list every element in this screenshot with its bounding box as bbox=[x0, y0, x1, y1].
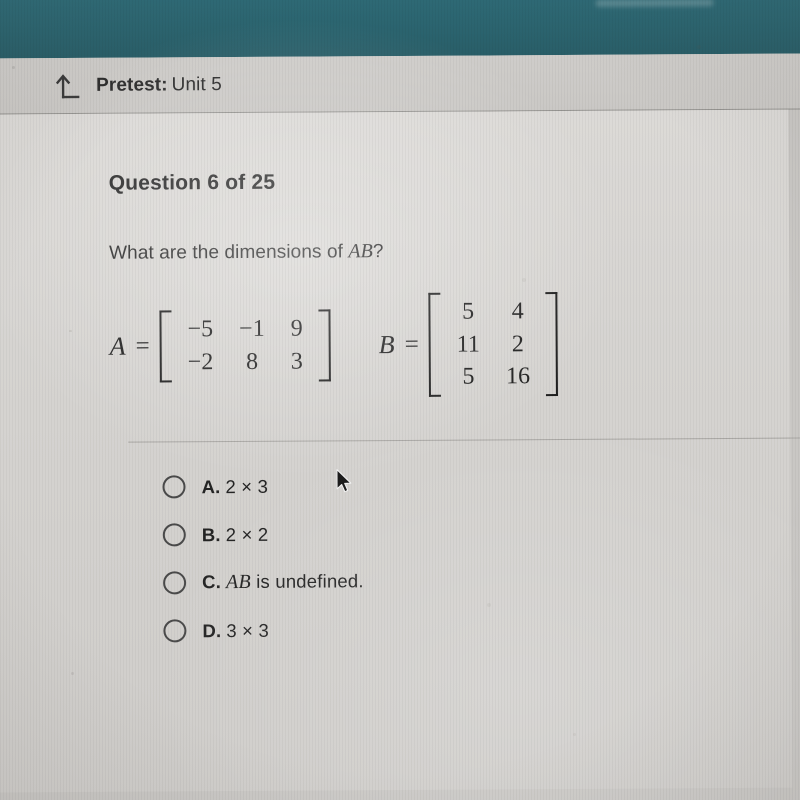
matrix-b-cell-0-0: 5 bbox=[462, 298, 475, 325]
breadcrumb-label: Pretest: Unit 5 bbox=[96, 74, 222, 97]
answer-choice-c-label: C. AB is undefined. bbox=[202, 570, 364, 594]
answer-choice-b-letter: B. bbox=[201, 523, 221, 545]
matrix-a-row-1: −2 8 3 bbox=[175, 346, 316, 380]
matrix-a-equals: = bbox=[135, 332, 150, 360]
up-left-arrow-icon[interactable] bbox=[55, 73, 82, 99]
answer-choice-c-variable: AB bbox=[225, 570, 251, 594]
dust-speck bbox=[12, 66, 15, 69]
dust-speck bbox=[522, 278, 526, 282]
radio-button-a[interactable] bbox=[162, 475, 186, 499]
matrix-a-brackets: −5 −1 9 −2 8 3 bbox=[159, 310, 331, 382]
matrix-a-label: A bbox=[109, 331, 126, 361]
matrix-a-table: −5 −1 9 −2 8 3 bbox=[174, 313, 315, 379]
question-panel: Question 6 of 25 What are the dimensions… bbox=[0, 109, 800, 793]
matrix-a-cell-1-0: −2 bbox=[187, 349, 214, 376]
answer-choice-d-letter: D. bbox=[202, 619, 222, 641]
matrix-a-cell-0-0: −5 bbox=[187, 316, 214, 343]
matrix-b-table: 5 4 11 2 5 16 bbox=[443, 295, 543, 394]
dust-speck bbox=[697, 45, 701, 49]
answer-choice-d[interactable]: D. 3 × 3 bbox=[163, 618, 364, 643]
matrix-expressions: A = −5 −1 9 −2 8 3 B = 5 4 11 2 5 16 bbox=[109, 291, 790, 399]
breadcrumb[interactable]: Pretest: Unit 5 bbox=[55, 72, 222, 99]
answer-choice-b-value: 2 × 2 bbox=[225, 523, 269, 545]
answer-choice-c-value: is undefined. bbox=[250, 570, 364, 592]
breadcrumb-bar[interactable]: Pretest: Unit 5 bbox=[0, 53, 800, 115]
answer-choice-a-label: A. 2 × 3 bbox=[201, 475, 268, 497]
answer-choice-d-value: 3 × 3 bbox=[226, 619, 270, 641]
answer-choice-list: A. 2 × 3 B. 2 × 2 C. AB is undefined. D. 3 ×… bbox=[162, 474, 364, 643]
answer-choice-a-value: 2 × 3 bbox=[225, 475, 269, 497]
question-prompt-prefix: What are the dimensions of bbox=[109, 241, 349, 264]
answer-choice-b-label: B. 2 × 2 bbox=[202, 523, 269, 545]
ui-root: Pretest: Unit 5 Question 6 of 25 What are… bbox=[0, 0, 800, 800]
answer-choice-c[interactable]: C. AB is undefined. bbox=[163, 570, 364, 595]
matrix-a-expression: A = −5 −1 9 −2 8 3 bbox=[109, 310, 331, 383]
dust-speck bbox=[573, 733, 576, 736]
matrix-b-cell-0-1: 4 bbox=[511, 298, 524, 325]
matrix-a-cell-1-2: 3 bbox=[290, 348, 303, 375]
matrix-a-cell-1-1: 8 bbox=[245, 348, 259, 376]
question-prompt-variable: AB bbox=[348, 240, 373, 263]
breadcrumb-unit: Unit 5 bbox=[171, 74, 222, 96]
matrix-b-cell-2-0: 5 bbox=[462, 363, 475, 391]
breadcrumb-lead: Pretest: bbox=[96, 74, 168, 96]
matrix-b-cell-1-0: 11 bbox=[456, 331, 480, 358]
matrix-b-expression: B = 5 4 11 2 5 16 bbox=[378, 292, 558, 397]
dust-speck bbox=[69, 330, 72, 332]
radio-button-c[interactable] bbox=[163, 571, 187, 595]
matrix-b-row-1: 11 2 bbox=[444, 328, 543, 361]
matrix-a-cell-0-1: −1 bbox=[239, 316, 265, 343]
choices-divider bbox=[128, 437, 800, 443]
answer-choice-d-label: D. 3 × 3 bbox=[202, 619, 269, 641]
screen-photo: Pretest: Unit 5 Question 6 of 25 What are… bbox=[0, 0, 800, 800]
answer-choice-a-letter: A. bbox=[201, 475, 221, 497]
matrix-b-cell-2-1: 16 bbox=[505, 363, 531, 390]
matrix-b-row-2: 5 16 bbox=[444, 361, 543, 394]
radio-button-d[interactable] bbox=[163, 619, 187, 643]
matrix-b-row-0: 5 4 bbox=[443, 295, 542, 328]
answer-choice-c-letter: C. bbox=[202, 571, 222, 593]
dust-speck bbox=[487, 603, 491, 607]
matrix-b-label: B bbox=[378, 330, 395, 360]
matrix-a-cell-0-2: 9 bbox=[290, 315, 303, 343]
matrix-b-cell-1-1: 2 bbox=[511, 330, 524, 358]
answer-choice-b[interactable]: B. 2 × 2 bbox=[162, 522, 364, 547]
radio-button-b[interactable] bbox=[162, 523, 186, 547]
screen-glare-streak bbox=[595, 0, 714, 7]
matrix-a-row-0: −5 −1 9 bbox=[174, 313, 315, 347]
matrix-b-brackets: 5 4 11 2 5 16 bbox=[428, 292, 558, 397]
matrix-b-equals: = bbox=[404, 330, 419, 359]
question-prompt: What are the dimensions of AB? bbox=[109, 238, 789, 265]
page-title: Question 6 of 25 bbox=[108, 170, 276, 195]
question-prompt-suffix: ? bbox=[372, 241, 384, 263]
answer-choice-a[interactable]: A. 2 × 3 bbox=[162, 474, 363, 499]
dust-speck bbox=[71, 672, 74, 675]
app-top-banner bbox=[0, 0, 800, 59]
